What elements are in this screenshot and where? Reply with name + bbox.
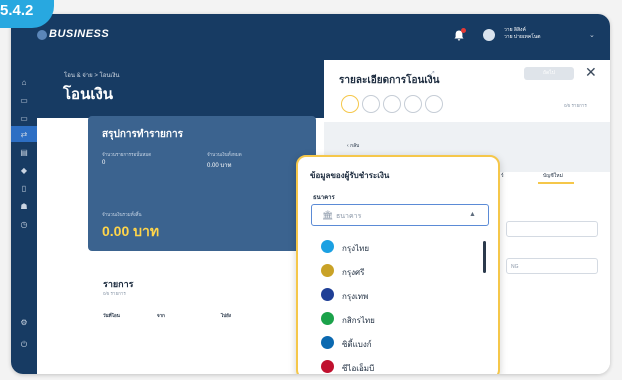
tab-existing-account[interactable]: ร์: [501, 172, 504, 180]
step-dot: [425, 95, 443, 113]
grand-total-value: 0.00 บาท: [102, 223, 160, 239]
app-window: BUSINESS วาย ลิสิงค์ วาย บ่ายเทคโนต ⌄ ⌂ …: [11, 14, 610, 374]
breadcrumb[interactable]: โอน & จ่าย > โอนเงิน: [64, 70, 120, 80]
total-value: 0.00 บาท: [207, 163, 232, 169]
bank-option[interactable]: ซิตี้แบงก์: [311, 331, 489, 355]
name-field[interactable]: NG: [506, 258, 598, 274]
tab-new-account[interactable]: บัญชีใหม่: [543, 172, 563, 180]
account-field[interactable]: [506, 221, 598, 237]
list-title: รายการ: [103, 279, 134, 289]
bank-dropdown-list: กรุงไทย กรุงศรี กรุงเทพ กสิกรไทย ซิตี้แบ…: [311, 231, 489, 374]
user-info[interactable]: วาย ลิสิงค์ วาย บ่ายเทคโนต: [504, 27, 541, 41]
back-label: กลับ: [350, 143, 360, 149]
bank-option-label: ซีไอเอ็มบี: [342, 364, 375, 373]
users-icon[interactable]: ☗: [19, 202, 29, 212]
bangkok-bank-logo-icon: [321, 288, 334, 301]
kasikorn-logo-icon: [321, 312, 334, 325]
notification-dot: [461, 28, 466, 33]
summary-title: สรุปการทำรายการ: [102, 129, 183, 140]
total-label: จำนวนเงินทั้งหมด: [207, 152, 242, 157]
cimb-logo-icon: [321, 360, 334, 373]
bank-option[interactable]: กรุงเทพ: [311, 283, 489, 307]
bank-select-placeholder: ธนาคาร: [336, 213, 362, 220]
count-value: 0: [102, 160, 106, 166]
page-title: โอนเงิน: [63, 86, 114, 103]
dropdown-scrollbar[interactable]: [483, 241, 486, 273]
logo-globe-icon: [37, 30, 47, 40]
popup-title: ข้อมูลของผู้รับชำระเงิน: [310, 171, 390, 180]
bank-field-label: ธนาคาร: [313, 195, 335, 201]
bank-option[interactable]: ซีไอเอ็มบี: [311, 355, 489, 374]
column-header-date[interactable]: วันที่โอน: [103, 312, 120, 319]
bank-option-label: ซิตี้แบงก์: [342, 340, 372, 349]
stage: 5.4.2 BUSINESS วาย ลิสิงค์ วาย บ่ายเทคโน…: [0, 0, 622, 380]
step-dot: [404, 95, 422, 113]
payee-info-popup: ข้อมูลของผู้รับชำระเงิน ธนาคาร 🏛 ธนาคาร …: [296, 155, 500, 374]
grand-total-label: จำนวนเงินรวมทั้งสิ้น: [102, 212, 142, 217]
avatar[interactable]: [483, 29, 495, 41]
bank-select[interactable]: 🏛 ธนาคาร ▲: [311, 204, 489, 226]
step-count: 0/5 รายการ: [564, 103, 587, 108]
expand-icon[interactable]: ⤢: [429, 71, 435, 79]
list-subtitle: 0/5 รายการ: [103, 291, 126, 296]
bank-icon: 🏛: [322, 210, 334, 220]
citibank-logo-icon: [321, 336, 334, 349]
back-link[interactable]: ‹ กลับ: [347, 142, 359, 150]
column-header-to[interactable]: ไปยัง: [221, 312, 231, 319]
bank-option-label: กสิกรไทย: [342, 316, 375, 325]
wallet-icon[interactable]: ▭: [19, 114, 29, 124]
bank-option-label: กรุงศรี: [342, 268, 365, 277]
step-dot: [341, 95, 359, 113]
count-label: จำนวนรายการรอนั้นหมด: [102, 152, 152, 157]
transfer-icon[interactable]: ⇄: [19, 130, 29, 140]
document-icon[interactable]: ▯: [19, 184, 29, 194]
leaf-icon[interactable]: ◆: [19, 166, 29, 176]
logout-icon[interactable]: ⏻: [19, 340, 29, 350]
step-dot: [362, 95, 380, 113]
close-icon[interactable]: ✕: [585, 64, 597, 81]
chevron-down-icon[interactable]: ⌄: [589, 31, 595, 39]
bill-icon[interactable]: ▤: [19, 148, 29, 158]
active-tab-indicator: [538, 182, 574, 184]
settings-icon[interactable]: ⚙: [19, 318, 29, 328]
bank-option-label: กรุงไทย: [342, 244, 370, 253]
bank-option-label: กรุงเทพ: [342, 292, 369, 301]
krungthai-logo-icon: [321, 240, 334, 253]
column-header-from[interactable]: จาก: [157, 312, 165, 319]
bank-option[interactable]: กรุงศรี: [311, 259, 489, 283]
home-icon[interactable]: ⌂: [19, 78, 29, 88]
clock-icon[interactable]: ◷: [19, 220, 29, 230]
krungsri-logo-icon: [321, 264, 334, 277]
card-icon[interactable]: ▭: [19, 96, 29, 106]
bank-option[interactable]: กสิกรไทย: [311, 307, 489, 331]
next-button[interactable]: ถัดไป: [524, 67, 574, 80]
detail-title: รายละเอียดการโอนเงิน: [339, 75, 440, 86]
user-name: วาย ลิสิงค์: [504, 27, 526, 33]
bank-option[interactable]: กรุงไทย: [311, 235, 489, 259]
app-logo[interactable]: BUSINESS: [49, 28, 109, 40]
user-company: วาย บ่ายเทคโนต: [504, 34, 541, 40]
step-dot: [383, 95, 401, 113]
caret-up-icon: ▲: [469, 211, 476, 218]
